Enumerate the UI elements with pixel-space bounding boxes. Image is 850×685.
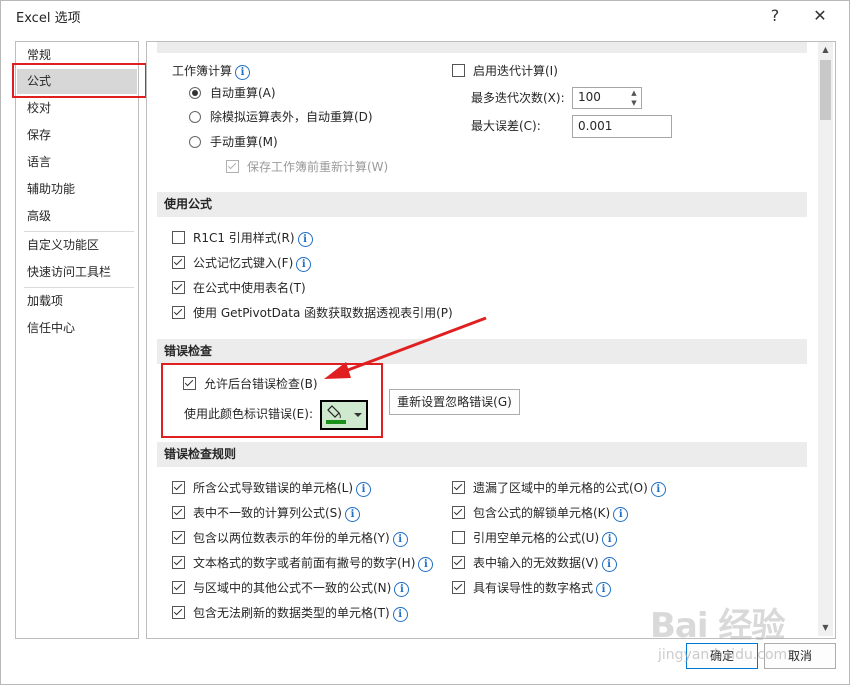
- info-icon: i: [394, 582, 410, 597]
- scroll-up-icon[interactable]: ▲: [818, 42, 833, 58]
- info-icon: i: [418, 557, 434, 572]
- info-icon: i: [613, 507, 629, 522]
- scrollbar-thumb[interactable]: [820, 60, 831, 120]
- checkbox-icon: [172, 481, 185, 494]
- checkbox-icon: [452, 581, 465, 594]
- rule-error-formulas[interactable]: 所含公式导致错误的单元格(L) i: [172, 478, 372, 498]
- checkbox-icon: [172, 506, 185, 519]
- checkbox-icon: [452, 556, 465, 569]
- rule-invalid-table-data[interactable]: 表中输入的无效数据(V) i: [452, 553, 617, 573]
- scroll-down-icon[interactable]: ▼: [818, 620, 833, 636]
- info-icon: i: [602, 532, 618, 547]
- rule-inconsistent-formula[interactable]: 与区域中的其他公式不一致的公式(N) i: [172, 578, 410, 598]
- info-icon: i: [356, 482, 372, 497]
- info-icon: i: [650, 482, 666, 497]
- rule-unlocked-formula-cells[interactable]: 包含公式的解锁单元格(K) i: [452, 503, 629, 523]
- rule-two-digit-year[interactable]: 包含以两位数表示的年份的单元格(Y) i: [172, 528, 408, 548]
- baidu-watermark: Bai 经验: [650, 606, 785, 646]
- rule-numbers-as-text[interactable]: 文本格式的数字或者前面有撇号的数字(H) i: [172, 553, 434, 573]
- checkbox-icon: [172, 531, 185, 544]
- info-icon: i: [392, 532, 408, 547]
- checkbox-icon: [172, 556, 185, 569]
- info-icon: i: [392, 607, 408, 622]
- rule-inconsistent-column[interactable]: 表中不一致的计算列公式(S) i: [172, 503, 360, 523]
- checkbox-icon: [172, 581, 185, 594]
- baidu-watermark-url: jingyan.baidu.com: [658, 647, 788, 663]
- info-icon: i: [344, 507, 360, 522]
- rule-omit-cells[interactable]: 遗漏了区域中的单元格的公式(O) i: [452, 478, 666, 498]
- checkbox-icon: [452, 531, 465, 544]
- rule-empty-cell-refs[interactable]: 引用空单元格的公式(U) i: [452, 528, 618, 548]
- checkbox-icon: [452, 481, 465, 494]
- checkbox-icon: [172, 606, 185, 619]
- rules-section-header: 错误检查规则: [157, 442, 807, 467]
- info-icon: i: [596, 582, 612, 597]
- checkbox-icon: [452, 506, 465, 519]
- red-arrow-annotation: [324, 316, 487, 379]
- info-icon: i: [601, 557, 617, 572]
- rule-misleading-number-format[interactable]: 具有误导性的数字格式 i: [452, 578, 612, 598]
- rule-unrefreshable-data-types[interactable]: 包含无法刷新的数据类型的单元格(T) i: [172, 603, 408, 623]
- vertical-scrollbar[interactable]: [818, 42, 833, 636]
